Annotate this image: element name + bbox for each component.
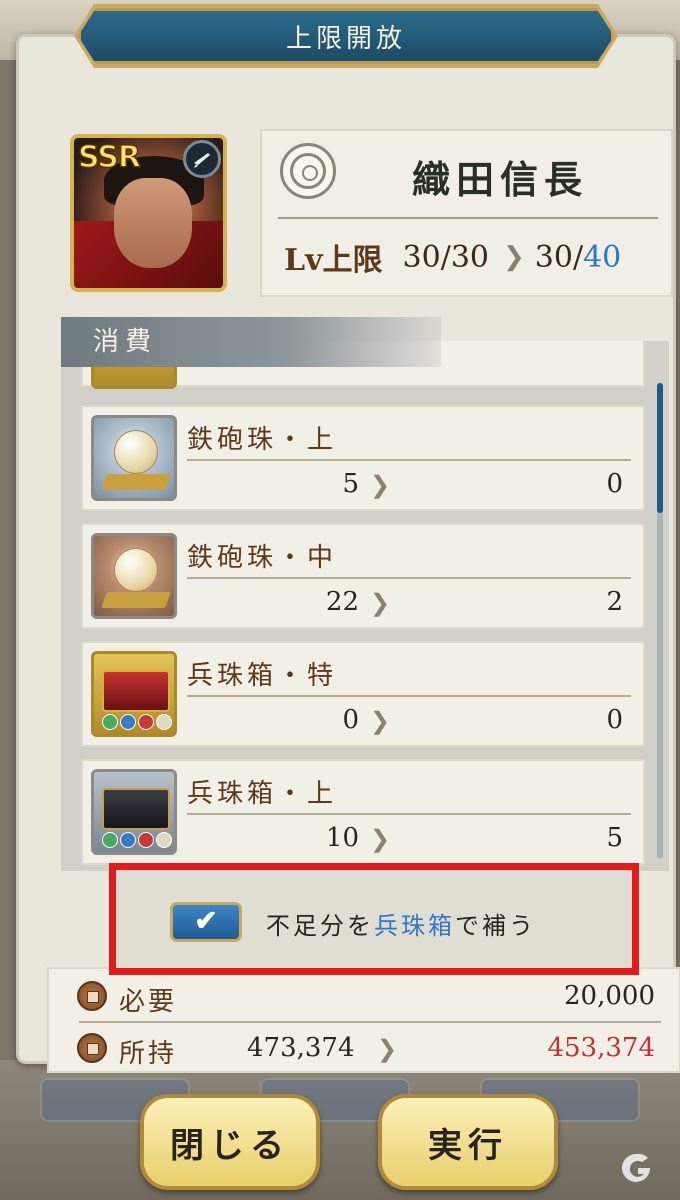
divider	[278, 217, 658, 219]
divider	[187, 459, 631, 461]
divider	[79, 1021, 661, 1023]
material-name: 兵珠箱・特	[187, 661, 338, 691]
material-list[interactable]: 鉄砲珠・上 5 ❯ 0 鉄砲珠・中 22 ❯ 2 兵珠箱・特 0 ❯ 0 兵珠箱…	[61, 341, 669, 871]
character-name: 織田信長	[412, 157, 589, 202]
musket-icon	[183, 140, 221, 178]
material-count-before: 22	[325, 587, 359, 617]
soldier-orb-box-upper-icon	[91, 769, 177, 855]
level-cap-label: Lv上限	[284, 243, 383, 278]
material-count-before: 0	[342, 705, 359, 735]
chevron-right-icon: ❯	[503, 242, 525, 272]
material-name: 鉄砲珠・中	[187, 543, 338, 573]
material-name: 鉄砲珠・上	[187, 425, 338, 455]
chevron-right-icon: ❯	[370, 707, 391, 735]
level-cap-next: 30/40	[534, 239, 622, 275]
divider	[187, 813, 631, 815]
dialog-title: 上限開放	[78, 8, 614, 64]
consume-section-header: 消費	[61, 317, 441, 367]
limit-break-dialog: SSR 織田信長 Lv上限 30/30 ❯ 30/40 鉄砲珠・上 5 ❯ 0 …	[16, 34, 680, 1073]
checkmark-icon: ✔	[194, 904, 218, 937]
required-label: 必要	[119, 987, 178, 1017]
musket-orb-middle-icon	[91, 533, 177, 619]
execute-button[interactable]: 実行	[378, 1094, 558, 1190]
owned-label: 所持	[119, 1039, 178, 1069]
list-item: 鉄砲珠・中 22 ❯ 2	[81, 523, 645, 629]
supplement-highlight: 兵珠箱	[374, 912, 455, 940]
material-count-after: 0	[606, 469, 623, 499]
required-value: 20,000	[564, 981, 655, 1011]
material-count-before: 5	[342, 469, 359, 499]
list-item: 兵珠箱・上 10 ❯ 5	[81, 759, 645, 865]
cost-summary: 必要 20,000 所持 473,374 ❯ 453,374	[47, 967, 680, 1073]
supplement-label: 不足分を兵珠箱で補う	[266, 912, 536, 940]
list-item: 鉄砲珠・上 5 ❯ 0	[81, 405, 645, 511]
material-name: 兵珠箱・上	[187, 779, 338, 809]
level-cap-new-max: 40	[583, 239, 622, 275]
owned-value: 473,374	[247, 1033, 355, 1063]
watermark-logo-icon	[616, 1150, 664, 1190]
level-cap-row: Lv上限 30/30 ❯ 30/40	[284, 235, 664, 279]
soldier-orb-box-special-icon	[91, 651, 177, 737]
chevron-right-icon: ❯	[370, 825, 391, 853]
owned-after-value: 453,374	[547, 1033, 655, 1063]
scrollbar-thumb[interactable]	[657, 383, 663, 513]
material-count-after: 2	[606, 587, 623, 617]
chevron-right-icon: ❯	[377, 1035, 398, 1063]
family-crest-icon	[280, 143, 336, 199]
coin-icon	[77, 981, 107, 1011]
divider	[187, 695, 631, 697]
portrait-face	[114, 178, 192, 268]
chevron-right-icon: ❯	[370, 589, 391, 617]
rarity-badge: SSR	[77, 139, 141, 176]
close-button[interactable]: 閉じる	[140, 1094, 320, 1190]
list-item: 兵珠箱・特 0 ❯ 0	[81, 641, 645, 747]
coin-icon	[77, 1033, 107, 1063]
character-info: 織田信長 Lv上限 30/30 ❯ 30/40	[260, 129, 673, 297]
character-portrait[interactable]: SSR	[70, 134, 227, 292]
supplement-option[interactable]: ✔ 不足分を兵珠箱で補う	[109, 863, 639, 975]
divider	[187, 577, 631, 579]
material-count-before: 10	[325, 823, 359, 853]
level-cap-current: 30/30	[402, 239, 489, 275]
supplement-checkbox[interactable]: ✔	[170, 902, 242, 942]
chevron-right-icon: ❯	[370, 471, 391, 499]
musket-orb-upper-icon	[91, 415, 177, 501]
material-count-after: 5	[606, 823, 623, 853]
material-count-after: 0	[606, 705, 623, 735]
